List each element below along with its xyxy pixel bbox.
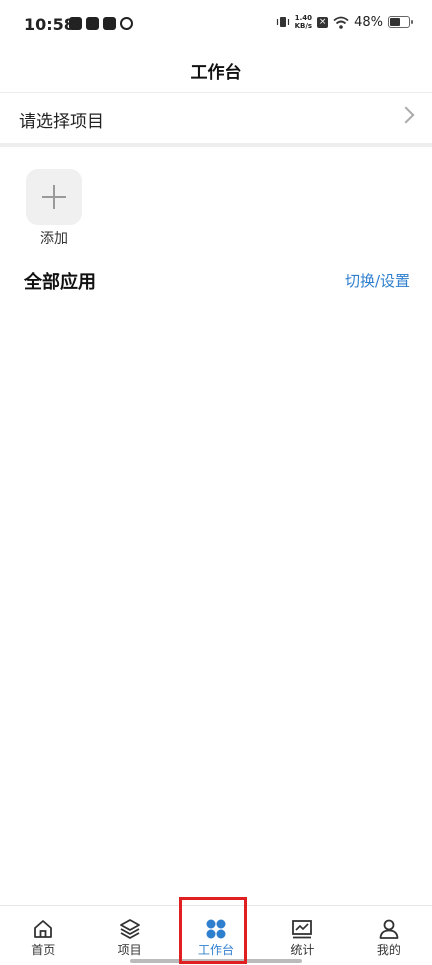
switch-settings-link[interactable]: 切换/设置 (345, 270, 410, 291)
nav-label-workbench: 工作台 (198, 943, 235, 957)
mail-icon (86, 17, 99, 30)
project-selector-label: 请选择项目 (19, 112, 104, 132)
no-sim-icon: × (317, 16, 329, 28)
net-speed-value: 1.40 (294, 14, 312, 22)
layers-icon (119, 919, 140, 939)
wifi-icon (333, 16, 349, 29)
workbench-icon (206, 919, 226, 939)
nav-label-home: 首页 (31, 943, 56, 957)
project-selector[interactable]: 请选择项目 (0, 93, 432, 143)
store-icon (103, 17, 116, 30)
nav-item-home[interactable]: 首页 (0, 906, 86, 965)
nav-item-workbench[interactable]: 工作台 (173, 906, 259, 965)
home-indicator (130, 959, 302, 963)
notification-icons (69, 17, 133, 30)
vibrate-icon (276, 17, 289, 27)
nav-label-projects: 项目 (117, 943, 142, 957)
all-apps-title: 全部应用 (24, 272, 96, 293)
net-speed: 1.40 KB/s (295, 14, 312, 30)
home-icon (34, 920, 53, 938)
tiktok-icon (69, 17, 82, 30)
status-right: 1.40 KB/s × 48% (276, 14, 413, 30)
add-app-label: 添加 (40, 231, 68, 247)
chevron-right-icon (397, 106, 415, 124)
nav-item-stats[interactable]: 统计 (259, 906, 345, 965)
bottom-nav: 首页 项目 工作台 统计 我的 (0, 905, 432, 965)
title-bar: 工作台 (0, 48, 432, 93)
nav-item-projects[interactable]: 项目 (86, 906, 172, 965)
add-app-button[interactable]: 添加 (26, 169, 82, 249)
nav-label-stats: 统计 (290, 943, 315, 957)
nav-item-mine[interactable]: 我的 (346, 906, 432, 965)
section-divider (0, 143, 432, 147)
status-time: 10:58 (24, 15, 75, 34)
battery-percent: 48% (354, 14, 383, 30)
nav-label-mine: 我的 (376, 943, 401, 957)
battery-icon (388, 16, 413, 28)
page-title: 工作台 (190, 63, 242, 83)
battery-fill (390, 18, 400, 26)
plus-icon (26, 169, 82, 225)
chart-icon (292, 920, 313, 939)
status-bar: 10:58 1.40 KB/s × 48% (0, 0, 432, 48)
app-icon (120, 17, 133, 30)
net-speed-unit: KB/s (294, 22, 313, 30)
user-icon (379, 919, 399, 939)
